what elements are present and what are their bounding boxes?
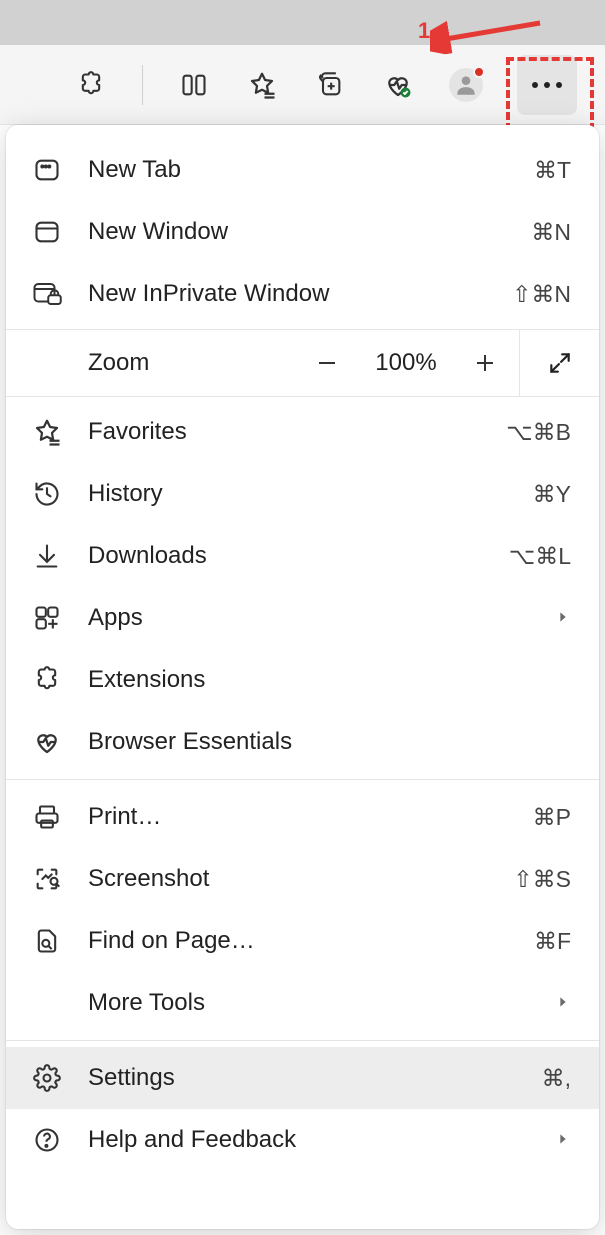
- menu-item-help[interactable]: Help and Feedback: [6, 1109, 599, 1171]
- menu-label: History: [88, 480, 533, 508]
- heart-pulse-icon: [30, 725, 64, 759]
- menu-item-find[interactable]: Find on Page… ⌘F: [6, 910, 599, 972]
- menu-item-settings[interactable]: Settings ⌘,: [6, 1047, 599, 1109]
- menu-label: Print…: [88, 803, 533, 831]
- menu-shortcut: ⇧⌘S: [513, 866, 571, 893]
- browser-toolbar: [0, 45, 605, 125]
- main-menu: New Tab ⌘T New Window ⌘N New InPrivate W…: [6, 125, 599, 1229]
- window-icon: [30, 215, 64, 249]
- menu-item-favorites[interactable]: Favorites ⌥⌘B: [6, 401, 599, 463]
- menu-label: New Window: [88, 218, 531, 246]
- menu-label: Settings: [88, 1064, 542, 1092]
- menu-label: Downloads: [88, 542, 509, 570]
- history-icon: [30, 477, 64, 511]
- menu-shortcut: ⌘N: [531, 219, 571, 246]
- download-icon: [30, 539, 64, 573]
- menu-label: New Tab: [88, 156, 534, 184]
- zoom-out-button[interactable]: [293, 330, 361, 396]
- menu-item-new-inprivate[interactable]: New InPrivate Window ⇧⌘N: [6, 263, 599, 325]
- menu-label: Extensions: [88, 666, 571, 694]
- window-titlebar: [0, 0, 605, 45]
- toolbar-divider: [142, 65, 143, 105]
- chevron-right-icon: [555, 604, 571, 632]
- menu-label: Help and Feedback: [88, 1126, 555, 1154]
- menu-label: Apps: [88, 604, 555, 632]
- menu-shortcut: ⌘,: [542, 1065, 571, 1092]
- more-menu-button[interactable]: [517, 55, 577, 115]
- screenshot-icon: [30, 862, 64, 896]
- notification-dot-icon: [473, 66, 485, 78]
- zoom-in-button[interactable]: [451, 330, 519, 396]
- menu-label: Screenshot: [88, 865, 513, 893]
- menu-shortcut: ⌘F: [534, 928, 571, 955]
- gear-icon: [30, 1061, 64, 1095]
- puzzle-icon: [30, 663, 64, 697]
- menu-item-apps[interactable]: Apps: [6, 587, 599, 649]
- split-screen-icon[interactable]: [177, 68, 211, 102]
- extensions-icon[interactable]: [74, 68, 108, 102]
- help-icon: [30, 1123, 64, 1157]
- menu-label: Favorites: [88, 418, 506, 446]
- menu-label: Browser Essentials: [88, 728, 571, 756]
- menu-label: More Tools: [88, 989, 555, 1017]
- menu-shortcut: ⌘Y: [533, 481, 571, 508]
- menu-item-history[interactable]: History ⌘Y: [6, 463, 599, 525]
- menu-item-screenshot[interactable]: Screenshot ⇧⌘S: [6, 848, 599, 910]
- chevron-right-icon: [555, 989, 571, 1017]
- find-icon: [30, 924, 64, 958]
- star-icon: [30, 415, 64, 449]
- zoom-controls: Zoom 100%: [6, 329, 599, 397]
- menu-separator: [6, 1040, 599, 1041]
- new-tab-icon: [30, 153, 64, 187]
- browser-essentials-icon[interactable]: [381, 68, 415, 102]
- menu-item-more-tools[interactable]: More Tools: [6, 972, 599, 1034]
- menu-shortcut: ⌘T: [534, 157, 571, 184]
- chevron-right-icon: [555, 1126, 571, 1154]
- apps-icon: [30, 601, 64, 635]
- zoom-value: 100%: [361, 349, 451, 377]
- menu-label: New InPrivate Window: [88, 280, 512, 308]
- menu-separator: [6, 779, 599, 780]
- profile-avatar[interactable]: [449, 68, 483, 102]
- blank-icon: [30, 986, 64, 1020]
- menu-shortcut: ⌥⌘L: [509, 543, 571, 570]
- favorites-icon[interactable]: [245, 68, 279, 102]
- print-icon: [30, 800, 64, 834]
- inprivate-icon: [30, 277, 64, 311]
- fullscreen-button[interactable]: [519, 330, 599, 396]
- menu-item-extensions[interactable]: Extensions: [6, 649, 599, 711]
- menu-item-print[interactable]: Print… ⌘P: [6, 786, 599, 848]
- menu-shortcut: ⌥⌘B: [506, 419, 571, 446]
- collections-icon[interactable]: [313, 68, 347, 102]
- zoom-label: Zoom: [6, 349, 293, 377]
- ellipsis-icon: [532, 82, 562, 88]
- menu-item-essentials[interactable]: Browser Essentials: [6, 711, 599, 773]
- menu-item-new-tab[interactable]: New Tab ⌘T: [6, 139, 599, 201]
- menu-item-downloads[interactable]: Downloads ⌥⌘L: [6, 525, 599, 587]
- menu-item-new-window[interactable]: New Window ⌘N: [6, 201, 599, 263]
- menu-label: Find on Page…: [88, 927, 534, 955]
- menu-shortcut: ⇧⌘N: [512, 281, 571, 308]
- menu-shortcut: ⌘P: [533, 804, 571, 831]
